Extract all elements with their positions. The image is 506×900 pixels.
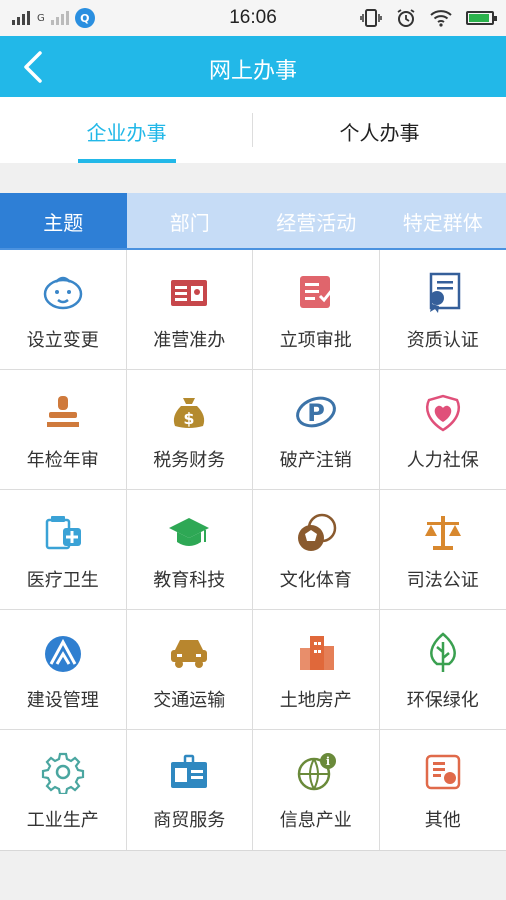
sub-tab-bar: 主题 部门 经营活动 特定群体 <box>0 193 506 250</box>
category-item[interactable]: 教育科技 <box>126 490 253 610</box>
svg-text:i: i <box>326 755 330 768</box>
category-label: 建设管理 <box>26 690 99 711</box>
category-item[interactable]: 商贸服务 <box>126 730 253 850</box>
id-badge-icon <box>171 754 208 788</box>
page-title: 网上办事 <box>208 59 297 84</box>
battery-icon <box>466 11 497 25</box>
license-card-icon <box>171 280 208 306</box>
sports-balls-icon <box>297 513 336 551</box>
alarm-icon <box>397 9 415 27</box>
category-label: 工业生产 <box>26 810 99 831</box>
category-item[interactable]: 工业生产 <box>0 730 127 850</box>
category-item[interactable]: 司法公证 <box>379 490 506 610</box>
heart-shield-icon <box>425 394 460 432</box>
category-grid: 设立变更 准营准办 立项审批 资质认证年检年审 $ 税务财务 P 破产注销 人力社保医疗卫生 教育… <box>0 250 506 851</box>
vibrate-icon <box>360 9 382 27</box>
category-label: 设立变更 <box>26 330 99 351</box>
category-item[interactable]: 立项审批 <box>253 250 380 370</box>
tab-personal[interactable]: 个人办事 <box>253 97 506 163</box>
category-label: 医疗卫生 <box>26 570 99 591</box>
category-item[interactable]: 其他 <box>379 730 506 850</box>
category-label: 商贸服务 <box>153 810 226 831</box>
car-icon <box>171 640 208 668</box>
category-item[interactable]: P 破产注销 <box>253 370 380 490</box>
svg-text:$: $ <box>184 409 195 428</box>
app-header: 网上办事 <box>0 36 506 97</box>
category-item[interactable]: 年检年审 <box>0 370 127 490</box>
status-right <box>360 0 497 36</box>
scales-icon <box>424 516 461 550</box>
category-label: 年检年审 <box>26 450 99 471</box>
baby-face-icon <box>43 276 82 310</box>
category-label: 司法公证 <box>406 570 479 591</box>
category-label: 教育科技 <box>153 570 226 591</box>
category-item[interactable]: 医疗卫生 <box>0 490 127 610</box>
category-item[interactable]: 资质认证 <box>379 250 506 370</box>
category-item[interactable]: 设立变更 <box>0 250 127 370</box>
wifi-icon <box>430 10 452 27</box>
bankruptcy-icon: P <box>295 396 336 428</box>
subtab-special-group[interactable]: 特定群体 <box>380 193 506 248</box>
category-item[interactable]: 建设管理 <box>0 610 127 730</box>
subtab-business-activity[interactable]: 经营活动 <box>253 193 380 248</box>
globe-info-icon: i <box>297 753 336 791</box>
tab-divider <box>252 113 253 147</box>
category-label: 文化体育 <box>279 570 352 591</box>
category-label: 税务财务 <box>153 450 226 471</box>
leaf-tree-icon <box>429 632 456 672</box>
category-label: 准营准办 <box>153 330 226 351</box>
buildings-icon <box>299 636 334 670</box>
category-label: 其他 <box>424 810 461 831</box>
category-item[interactable]: $ 税务财务 <box>126 370 253 490</box>
construction-icon <box>44 636 81 672</box>
category-item[interactable]: 交通运输 <box>126 610 253 730</box>
category-label: 立项审批 <box>279 330 352 351</box>
category-item[interactable]: 土地房产 <box>253 610 380 730</box>
subtab-theme[interactable]: 主题 <box>0 193 127 248</box>
category-label: 破产注销 <box>279 450 352 471</box>
gear-icon <box>41 752 84 794</box>
tab-enterprise[interactable]: 企业办事 <box>0 97 253 163</box>
graduation-cap-icon <box>169 518 210 546</box>
money-bag-icon: $ <box>174 398 205 428</box>
other-box-icon <box>425 754 460 790</box>
medical-icon <box>45 516 81 550</box>
category-item[interactable]: 准营准办 <box>126 250 253 370</box>
document-check-icon <box>299 276 333 308</box>
category-item[interactable]: 文化体育 <box>253 490 380 610</box>
category-label: 信息产业 <box>279 810 352 831</box>
subtab-department[interactable]: 部门 <box>127 193 254 248</box>
stamp-icon <box>46 396 79 427</box>
top-tab-bar: 企业办事 个人办事 <box>0 97 506 163</box>
category-item[interactable]: 环保绿化 <box>379 610 506 730</box>
certificate-icon <box>429 272 460 313</box>
category-label: 交通运输 <box>153 690 226 711</box>
category-label: 土地房产 <box>279 690 352 711</box>
svg-text:P: P <box>307 399 325 427</box>
status-bar: G Q 16:06 <box>0 0 506 36</box>
category-label: 人力社保 <box>406 450 479 471</box>
category-item[interactable]: i 信息产业 <box>253 730 380 850</box>
category-item[interactable]: 人力社保 <box>379 370 506 490</box>
category-label: 环保绿化 <box>406 690 479 711</box>
category-label: 资质认证 <box>406 330 479 351</box>
